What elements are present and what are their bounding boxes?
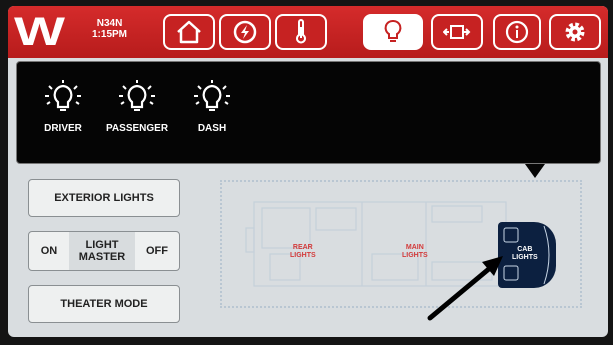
thermometer-icon — [296, 19, 306, 44]
tab-slide-outs[interactable] — [431, 14, 483, 50]
light-label: PASSENGER — [106, 123, 169, 134]
light-label: DASH — [197, 123, 227, 134]
lightbulb-icon — [194, 80, 230, 111]
light-label: DRIVER — [44, 123, 82, 134]
light-dash[interactable]: DASH — [192, 80, 232, 134]
master-label-line2: MASTER — [78, 251, 126, 263]
top-bar: W N34N 1:15PM — [8, 6, 608, 58]
light-driver[interactable]: DRIVER — [43, 80, 83, 134]
theater-mode-button[interactable]: THEATER MODE — [28, 285, 180, 323]
gear-icon — [565, 22, 585, 42]
tab-home[interactable] — [163, 14, 215, 50]
brand-logo: W — [14, 10, 65, 54]
zone-label: MAIN — [405, 244, 424, 251]
tab-info[interactable] — [493, 14, 541, 50]
light-switch-panel: DRIVER PASSENGER DASH — [16, 61, 601, 164]
lightbulb-icon — [384, 20, 402, 42]
zone-cab-label: CAB LIGHTS — [512, 246, 538, 262]
master-off-button[interactable]: OFF — [135, 232, 179, 270]
generator-icon — [233, 20, 257, 44]
zone-main-lights[interactable]: MAIN LIGHTS — [402, 244, 428, 260]
exterior-lights-button[interactable]: EXTERIOR LIGHTS — [28, 179, 180, 217]
lightbulb-icon — [119, 80, 156, 111]
light-master-switch: ON LIGHT MASTER OFF — [28, 231, 180, 271]
floorplan-map: REAR LIGHTS MAIN LIGHTS CAB LIGHTS — [220, 180, 582, 308]
slide-out-icon — [443, 25, 471, 39]
tab-lighting[interactable] — [363, 14, 423, 50]
lightbulb-icon — [45, 80, 81, 111]
master-on-button[interactable]: ON — [29, 232, 69, 270]
zone-label: CAB — [517, 246, 533, 253]
zone-cab-lights[interactable]: CAB LIGHTS — [498, 222, 556, 288]
touchscreen: W N34N 1:15PM DRIVER PASSENGER DASH EXTE… — [8, 6, 608, 337]
info-icon — [505, 20, 529, 44]
tab-settings[interactable] — [549, 14, 601, 50]
location-code: N34N — [96, 18, 123, 29]
zone-label: LIGHTS — [512, 254, 538, 261]
zone-label: LIGHTS — [402, 252, 428, 259]
tab-climate[interactable] — [275, 14, 327, 50]
zone-label: LIGHTS — [290, 252, 316, 259]
clock: 1:15PM — [92, 29, 128, 40]
zone-rear-lights[interactable]: REAR LIGHTS — [290, 244, 316, 260]
master-label: LIGHT MASTER — [69, 232, 135, 270]
status-readout: N34N 1:15PM — [92, 18, 127, 40]
master-label-line1: LIGHT — [85, 239, 119, 251]
tab-generator[interactable] — [219, 14, 271, 50]
zone-label: REAR — [292, 244, 313, 251]
light-passenger[interactable]: PASSENGER — [106, 80, 168, 134]
home-icon — [177, 20, 201, 44]
panel-pointer — [525, 164, 545, 178]
